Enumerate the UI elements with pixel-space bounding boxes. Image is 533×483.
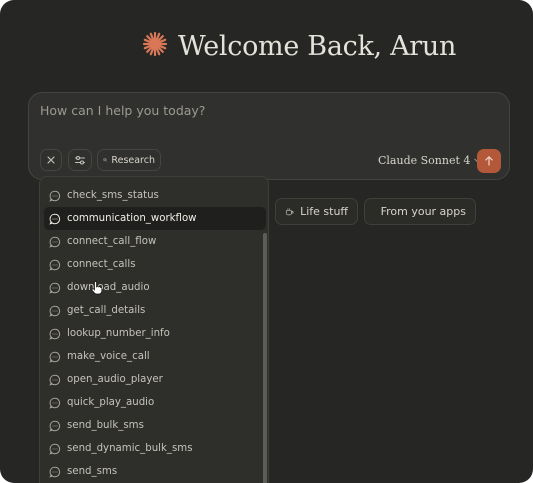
- chat-bubble-icon: [49, 190, 61, 202]
- model-selector[interactable]: Claude Sonnet 4: [378, 152, 482, 168]
- tools-list: check_sms_status communication_workflowco…: [44, 184, 266, 483]
- greeting: Welcome Back, Arun: [142, 26, 456, 66]
- claude-spark-icon: [142, 31, 168, 61]
- tool-item-label: quick_play_audio: [67, 397, 155, 408]
- tools-settings-button[interactable]: [68, 149, 92, 171]
- send-button[interactable]: [477, 149, 501, 173]
- chip-label: From your apps: [380, 205, 466, 218]
- chat-composer: Research Claude Sonnet 4: [28, 92, 510, 180]
- tool-item-label: download_audio: [67, 282, 150, 293]
- tool-item[interactable]: make_voice_call: [44, 345, 266, 368]
- tool-item[interactable]: connect_call_flow: [44, 230, 266, 253]
- app-window: Welcome Back, Arun How can I help you to…: [0, 0, 533, 483]
- chat-bubble-icon: [49, 213, 61, 225]
- grid-icon: [374, 211, 375, 212]
- message-input[interactable]: [40, 103, 480, 127]
- research-label: Research: [111, 154, 155, 166]
- research-icon: [103, 158, 108, 162]
- scrollbar-thumb[interactable]: [263, 233, 267, 483]
- chat-bubble-icon: [49, 305, 61, 317]
- model-label: Claude Sonnet 4: [378, 153, 471, 167]
- chat-bubble-icon: [49, 443, 61, 455]
- chat-bubble-icon: [49, 236, 61, 248]
- tool-item[interactable]: communication_workflow: [44, 207, 266, 230]
- chat-bubble-icon: [49, 397, 61, 409]
- hand-cursor-icon: [91, 281, 102, 295]
- greeting-title: Welcome Back, Arun: [178, 30, 457, 62]
- research-button[interactable]: Research: [97, 149, 161, 171]
- arrow-up-icon: [485, 156, 493, 166]
- tool-item-label: connect_call_flow: [67, 236, 157, 247]
- chip-label: Life stuff: [300, 205, 348, 218]
- tool-item[interactable]: send_dynamic_bulk_sms: [44, 437, 266, 460]
- tool-item-label: send_dynamic_bulk_sms: [67, 443, 193, 454]
- tool-item-label: connect_calls: [67, 259, 136, 270]
- chat-bubble-icon: [49, 328, 61, 340]
- tool-item-label: get_call_details: [67, 305, 146, 316]
- tool-item[interactable]: open_audio_player: [44, 368, 266, 391]
- tool-item-label: check_sms_status: [67, 190, 159, 201]
- life-stuff-chip[interactable]: Life stuff: [275, 198, 358, 225]
- chat-bubble-icon: [49, 374, 61, 386]
- tool-item[interactable]: check_sms_status: [44, 184, 266, 207]
- tool-item[interactable]: connect_calls: [44, 253, 266, 276]
- chat-bubble-icon: [49, 351, 61, 363]
- tool-item-label: communication_workflow: [67, 213, 197, 224]
- chat-bubble-icon: [49, 282, 61, 294]
- tool-item-label: open_audio_player: [67, 374, 163, 385]
- tool-item-label: make_voice_call: [67, 351, 150, 362]
- sliders-icon: [74, 155, 86, 165]
- tool-item[interactable]: quick_play_audio: [44, 391, 266, 414]
- close-tools-button[interactable]: [40, 149, 62, 171]
- tools-dropdown: check_sms_status communication_workflowco…: [39, 176, 269, 483]
- chat-bubble-icon: [49, 420, 61, 432]
- tool-item-label: lookup_number_info: [67, 328, 170, 339]
- tool-item[interactable]: lookup_number_info: [44, 322, 266, 345]
- tool-item[interactable]: get_call_details: [44, 299, 266, 322]
- tool-item[interactable]: download_audio: [44, 276, 266, 299]
- coffee-cup-icon: [285, 207, 294, 215]
- chat-bubble-icon: [49, 259, 61, 271]
- tool-item-label: send_bulk_sms: [67, 420, 144, 431]
- from-your-apps-chip[interactable]: From your apps: [364, 198, 476, 225]
- close-icon: [47, 156, 55, 164]
- tool-item-label: send_sms: [67, 466, 118, 477]
- tool-item[interactable]: send_bulk_sms: [44, 414, 266, 437]
- tool-item[interactable]: send_sms: [44, 460, 266, 483]
- chat-bubble-icon: [49, 466, 61, 478]
